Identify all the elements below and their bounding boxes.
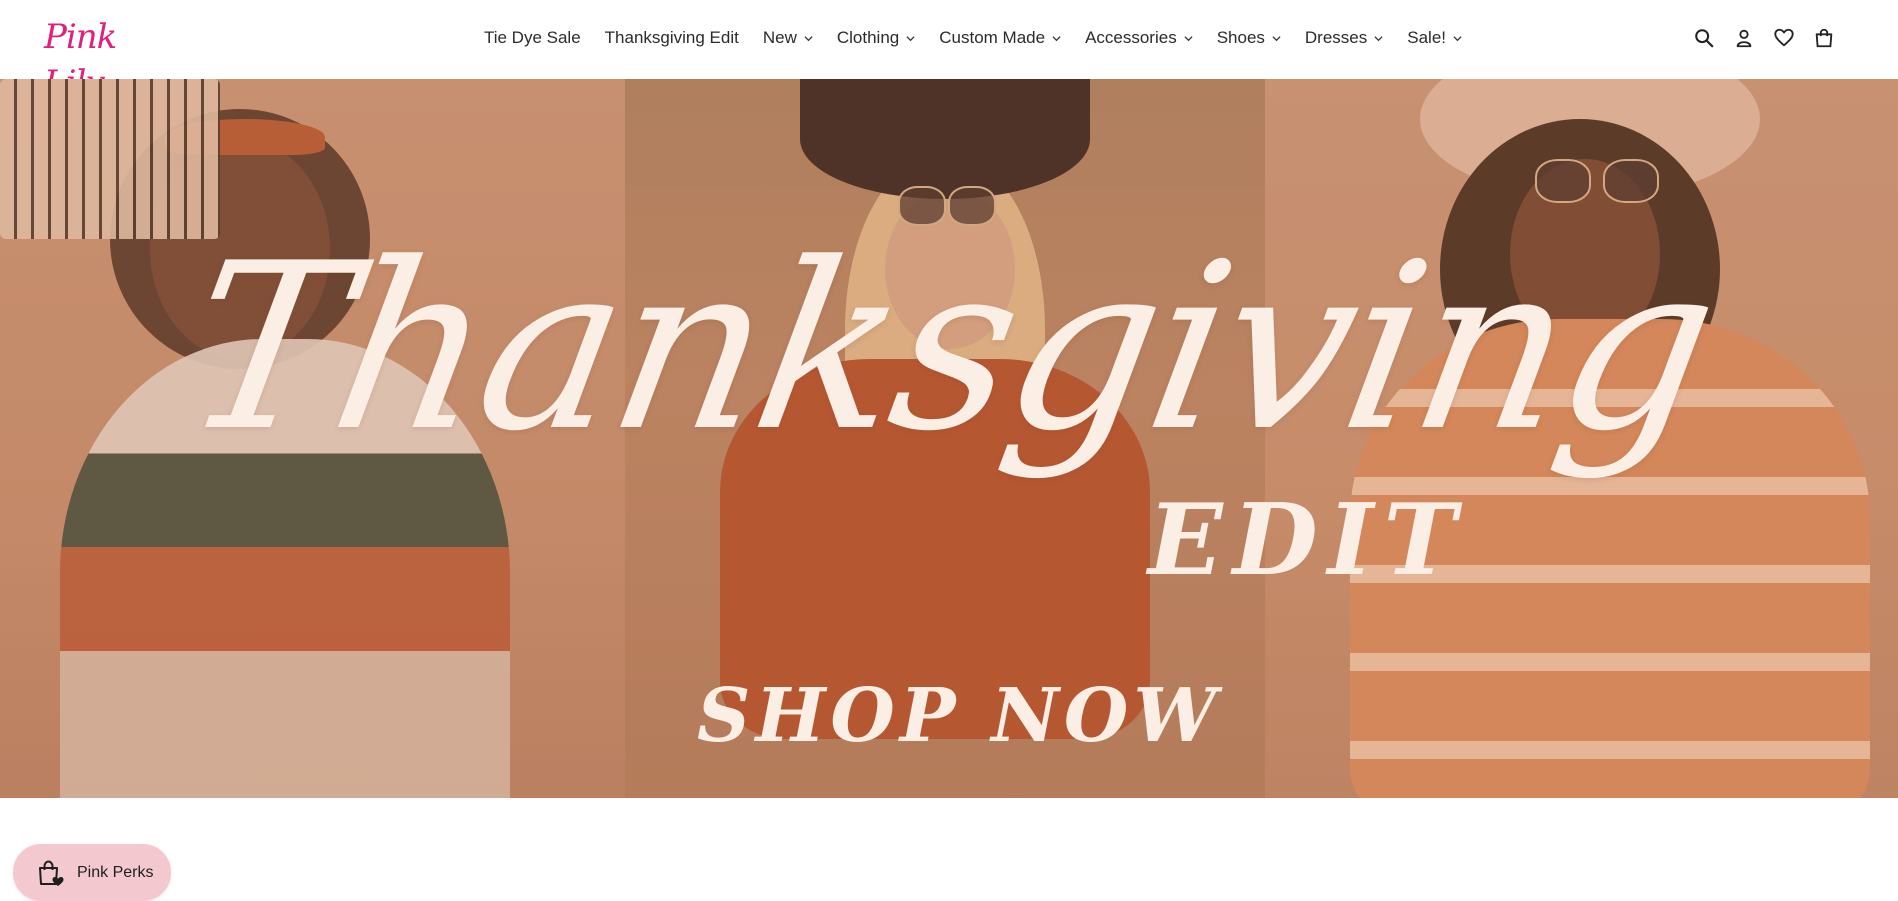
nav-item-custom-made[interactable]: Custom Made [939, 22, 1061, 54]
chevron-down-icon [1272, 34, 1281, 43]
chevron-down-icon [804, 34, 813, 43]
nav-item-label: Shoes [1216, 28, 1265, 47]
shopping-bag-heart-icon [35, 858, 65, 888]
nav-item-label: Custom Made [939, 28, 1046, 47]
wishlist-heart-icon[interactable] [1772, 26, 1796, 50]
nav-item-label: New [762, 28, 797, 47]
cart-bag-icon[interactable] [1812, 26, 1836, 50]
nav-item-label: Thanksgiving Edit [604, 28, 739, 47]
nav-item-label: Dresses [1304, 28, 1368, 47]
chevron-down-icon [1052, 34, 1061, 43]
chevron-down-icon [906, 34, 915, 43]
nav-item-shoes[interactable]: Shoes [1217, 22, 1281, 54]
nav-item-dresses[interactable]: Dresses [1305, 22, 1383, 54]
nav-item-accessories[interactable]: Accessories [1085, 22, 1193, 54]
chevron-down-icon [1184, 34, 1193, 43]
nav-item-tie-dye-sale[interactable]: Tie Dye Sale [484, 22, 581, 54]
nav-item-label: Accessories [1085, 28, 1177, 47]
main-nav: Tie Dye Sale Thanksgiving Edit New Cloth… [0, 22, 1898, 54]
hero-script-title: Thanksgiving [167, 215, 1731, 482]
chevron-down-icon [1374, 34, 1383, 43]
search-icon[interactable] [1692, 26, 1716, 50]
nav-item-sale[interactable]: Sale! [1407, 22, 1462, 54]
nav-item-clothing[interactable]: Clothing [837, 22, 915, 54]
nav-item-new[interactable]: New [763, 22, 813, 54]
shop-now-cta[interactable]: SHOP NOW [697, 679, 1221, 753]
hero-banner[interactable]: Thanksgiving EDIT SHOP NOW [0, 79, 1898, 798]
site-header: Pink Lily Tie Dye Sale Thanksgiving Edit… [0, 0, 1898, 103]
hero-edit-subtitle: EDIT [1148, 483, 1467, 598]
nav-item-label: Clothing [836, 28, 900, 47]
pink-perks-label: Pink Perks [77, 863, 154, 881]
nav-item-thanksgiving-edit[interactable]: Thanksgiving Edit [605, 22, 739, 54]
chevron-down-icon [1453, 34, 1462, 43]
header-icons [1676, 26, 1836, 50]
pink-perks-button[interactable]: Pink Perks [13, 844, 171, 901]
nav-item-label: Sale! [1407, 28, 1447, 47]
nav-item-label: Tie Dye Sale [483, 28, 581, 47]
account-icon[interactable] [1732, 26, 1756, 50]
